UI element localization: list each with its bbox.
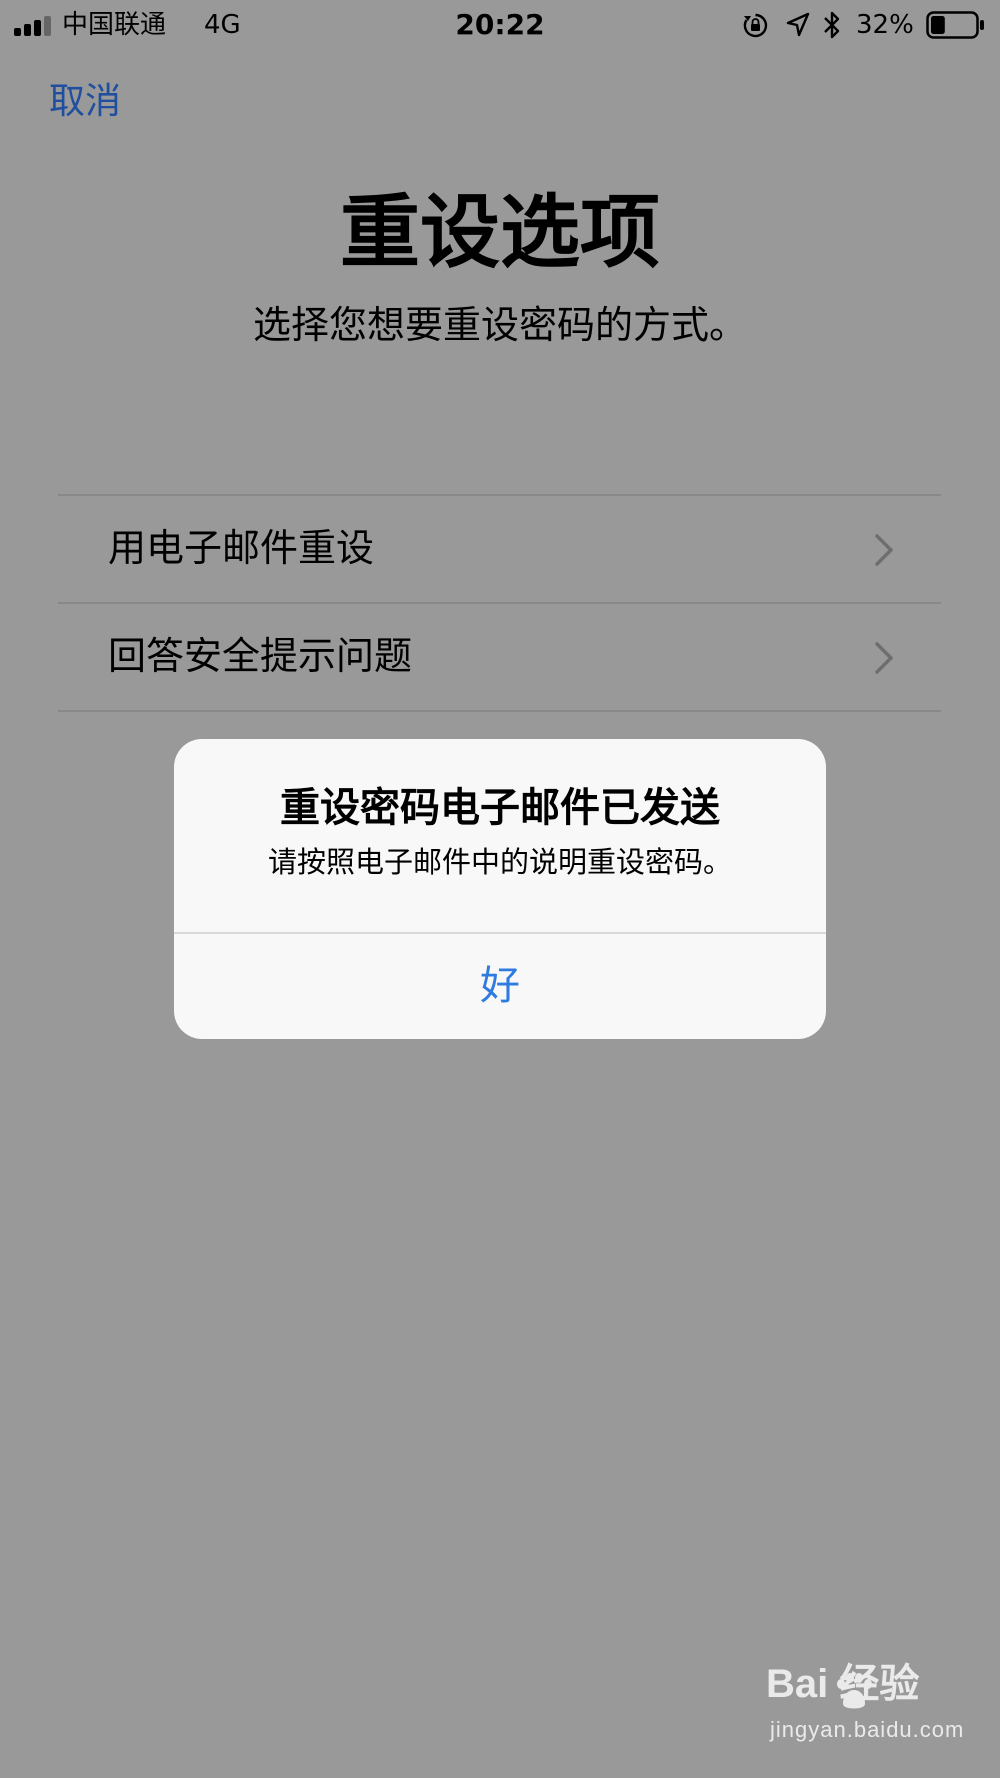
- battery-percent: 32%: [856, 10, 914, 40]
- alert-dialog: 重设密码电子邮件已发送 请按照电子邮件中的说明重设密码。 好: [174, 739, 826, 1039]
- page-subtitle: 选择您想要重设密码的方式。: [252, 303, 747, 347]
- option-label: 用电子邮件重设: [108, 526, 375, 570]
- alert-ok-button[interactable]: 好: [174, 934, 826, 1039]
- page-title: 重设选项: [340, 186, 660, 279]
- option-security-questions[interactable]: 回答安全提示问题: [58, 602, 941, 712]
- clock: 20:22: [455, 8, 545, 41]
- option-reset-by-email[interactable]: 用电子邮件重设: [58, 496, 941, 602]
- alert-message: 请按照电子邮件中的说明重设密码。: [267, 845, 732, 879]
- chevron-right-icon: [875, 642, 893, 674]
- option-label: 回答安全提示问题: [108, 634, 413, 678]
- alert-title: 重设密码电子邮件已发送: [280, 785, 720, 831]
- reset-options-list: 用电子邮件重设 回答安全提示问题: [58, 494, 941, 712]
- status-bar: 中国联通 4G 20:22 32%: [0, 0, 1000, 50]
- chevron-right-icon: [875, 534, 893, 566]
- battery-icon: [926, 11, 984, 39]
- location-icon: [786, 12, 810, 37]
- baidu-jingyan-watermark: Bai 经验 jingyan.baidu.com: [760, 1660, 963, 1760]
- cancel-button[interactable]: 取消: [49, 80, 121, 124]
- bluetooth-icon: [824, 11, 840, 39]
- rotation-lock-icon: [743, 13, 768, 38]
- paw-icon: [837, 1673, 872, 1709]
- watermark-url: jingyan.baidu.com: [770, 1717, 965, 1742]
